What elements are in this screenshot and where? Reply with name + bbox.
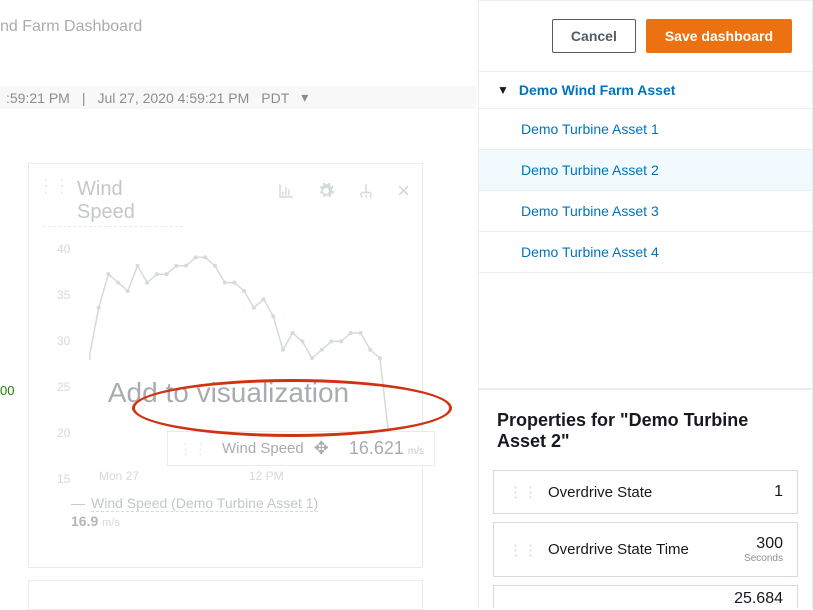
timezone-badge: PDT — [261, 90, 289, 106]
property-value: 300 — [756, 535, 783, 553]
page-title: nd Farm Dashboard — [0, 0, 476, 42]
time-range-bar: :59:21 PM | Jul 27, 2020 4:59:21 PM PDT … — [0, 86, 476, 109]
drag-handle-icon[interactable]: ⋮⋮ — [508, 483, 538, 501]
tree-item[interactable]: Demo Turbine Asset 4 — [479, 232, 812, 273]
time-from: :59:21 PM — [6, 90, 70, 106]
time-to: Jul 27, 2020 4:59:21 PM — [97, 90, 249, 106]
chip-value: 16.621 — [349, 438, 404, 459]
move-cursor-icon: ✥ — [314, 438, 329, 459]
tree-item[interactable]: Demo Turbine Asset 2 — [479, 150, 812, 191]
chart-legend: —Wind Speed (Demo Turbine Asset 1) 16.9 … — [43, 495, 408, 529]
legend-unit: m/s — [102, 517, 120, 529]
property-name: Overdrive State Time — [548, 541, 744, 558]
chip-unit: m/s — [408, 446, 424, 457]
property-name: Overdrive State — [548, 484, 774, 501]
hierarchy-icon[interactable] — [357, 182, 375, 200]
chevron-down-icon[interactable]: ▾ — [301, 89, 308, 106]
property-value: 1 — [774, 483, 783, 501]
tree-item[interactable]: Demo Turbine Asset 3 — [479, 191, 812, 232]
green-marker: 00 — [0, 383, 14, 398]
drag-handle-icon[interactable]: ⋮⋮ — [37, 176, 69, 197]
save-dashboard-button[interactable]: Save dashboard — [646, 19, 792, 53]
drop-hint: Add to visualization — [49, 377, 408, 409]
chip-label: Wind Speed — [222, 440, 304, 457]
viz-title: Wind Speed — [77, 178, 183, 224]
property-unit: Seconds — [744, 553, 783, 564]
chart-area: 40 35 30 25 20 15 Mon 27 12 PM Add to vi… — [49, 249, 408, 479]
drag-handle-icon[interactable]: ⋮⋮ — [178, 440, 208, 458]
visualization-card-next[interactable] — [28, 580, 423, 610]
property-row[interactable]: ⋮⋮ Overdrive State1 — [493, 470, 798, 514]
chart-icon[interactable] — [277, 182, 295, 200]
right-sidebar: Cancel Save dashboard ▼ Demo Wind Farm A… — [478, 0, 813, 608]
asset-tree: ▼ Demo Wind Farm Asset Demo Turbine Asse… — [479, 72, 812, 273]
tree-item[interactable]: Demo Turbine Asset 1 — [479, 109, 812, 150]
gear-icon[interactable] — [317, 182, 335, 200]
legend-name: Wind Speed (Demo Turbine Asset 1) — [91, 495, 318, 512]
visualization-card[interactable]: ⋮⋮ Wind Speed × 40 35 30 25 20 15 Mon 27… — [28, 163, 423, 568]
legend-value: 16.9 — [71, 513, 98, 529]
collapse-icon[interactable]: ▼ — [497, 83, 509, 97]
drag-handle-icon[interactable]: ⋮⋮ — [508, 541, 538, 559]
close-icon[interactable]: × — [397, 178, 410, 204]
property-row-partial[interactable]: 25.684 — [493, 585, 798, 608]
tree-root[interactable]: ▼ Demo Wind Farm Asset — [479, 72, 812, 109]
property-row[interactable]: ⋮⋮ Overdrive State Time 300Seconds — [493, 522, 798, 577]
properties-header: Properties for "Demo Turbine Asset 2" — [479, 389, 812, 470]
property-drop-chip[interactable]: ⋮⋮ Wind Speed ✥ 16.621 m/s — [167, 431, 435, 466]
cancel-button[interactable]: Cancel — [552, 19, 636, 53]
